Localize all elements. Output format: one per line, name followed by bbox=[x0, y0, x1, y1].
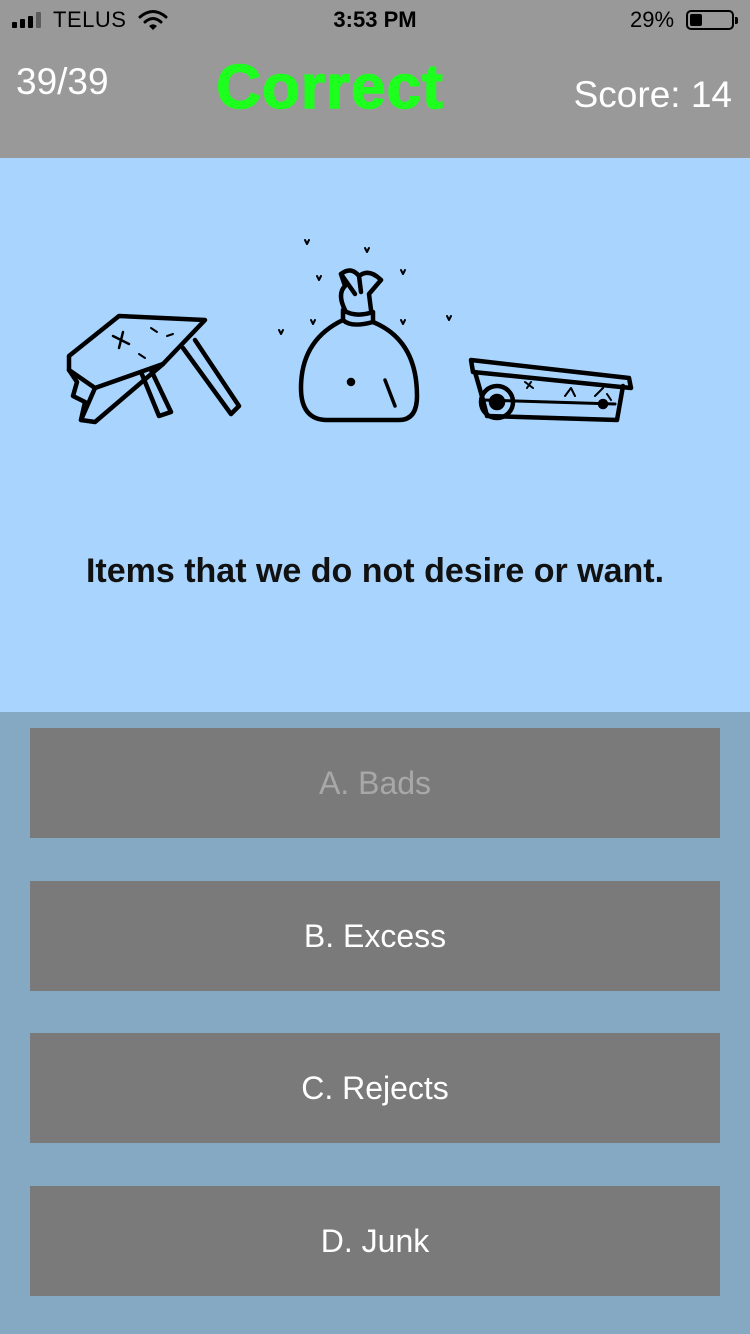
question-panel: Items that we do not desire or want. bbox=[0, 158, 750, 712]
status-bar: TELUS 3:53 PM 29% bbox=[0, 0, 750, 40]
header-bar: TELUS 3:53 PM 29% 39/39 Correct Score: 1… bbox=[0, 0, 750, 158]
answer-option-a[interactable]: A. Bads bbox=[30, 728, 720, 838]
question-illustration bbox=[66, 239, 634, 425]
trash-bag-icon bbox=[278, 239, 452, 423]
battery-percent: 29% bbox=[630, 7, 675, 32]
battery-icon bbox=[686, 10, 738, 30]
answer-option-b[interactable]: B. Excess bbox=[30, 881, 720, 991]
answer-list: A. Bads B. Excess C. Rejects D. Junk bbox=[0, 712, 750, 1334]
broken-table-icon bbox=[66, 313, 242, 425]
answer-feedback: Correct bbox=[215, 52, 444, 123]
question-text: Items that we do not desire or want. bbox=[85, 552, 665, 590]
score-display: Score: 14 bbox=[573, 74, 732, 115]
broken-wagon-icon bbox=[468, 357, 634, 423]
answer-option-c[interactable]: C. Rejects bbox=[30, 1033, 720, 1143]
answer-option-d[interactable]: D. Junk bbox=[30, 1186, 720, 1296]
